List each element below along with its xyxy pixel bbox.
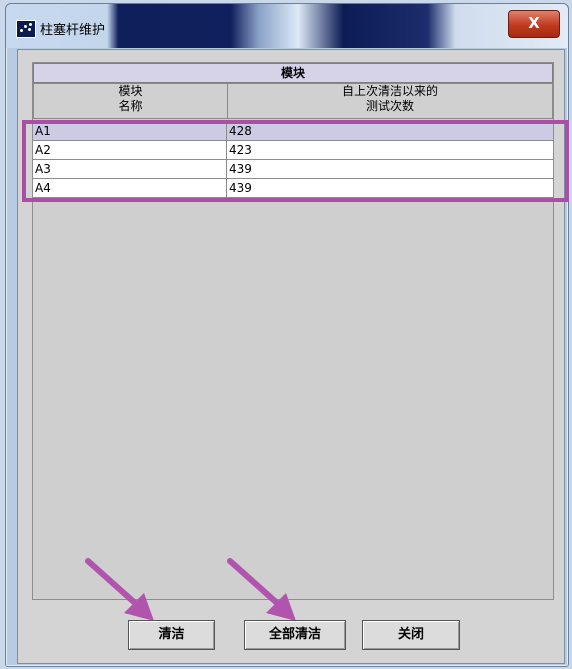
column-header-line: 模块 (118, 84, 143, 98)
column-header-line: 自上次清洁以来的 (341, 84, 438, 98)
title-bar[interactable]: 柱塞杆维护 X (6, 4, 568, 48)
module-name-cell: A1 (33, 122, 227, 140)
table-row[interactable]: A3 439 (33, 160, 553, 179)
close-window-button[interactable]: X (508, 10, 560, 38)
module-name-cell: A4 (33, 179, 227, 197)
test-count-cell: 439 (229, 181, 252, 195)
table-body: A1 428 A2 423 A3 439 A4 439 (33, 122, 553, 198)
column-header-line: 名称 (118, 99, 143, 113)
maintenance-window: 柱塞杆维护 X 模块 模块 名称 自上次清洁以来的 测试次数 A1 428 A2… (5, 3, 569, 667)
test-count-cell: 439 (229, 162, 252, 176)
column-header-line: 测试次数 (365, 99, 414, 113)
module-name-cell: A2 (33, 141, 227, 159)
clean-all-button[interactable]: 全部清洁 (244, 620, 346, 650)
module-name-cell: A3 (33, 160, 227, 178)
close-button[interactable]: 关闭 (362, 620, 460, 650)
column-header-test-count[interactable]: 自上次清洁以来的 测试次数 (227, 83, 553, 119)
clean-button[interactable]: 清洁 (128, 620, 215, 650)
window-title: 柱塞杆维护 (40, 23, 106, 38)
table-group-header: 模块 (33, 63, 553, 83)
table-row[interactable]: A2 423 (33, 141, 553, 160)
module-table: 模块 模块 名称 自上次清洁以来的 测试次数 A1 428 A2 423 A3 … (32, 62, 554, 600)
test-count-cell: 428 (229, 124, 252, 138)
test-count-cell: 423 (229, 143, 252, 157)
column-header-module-name[interactable]: 模块 名称 (33, 83, 228, 119)
table-row[interactable]: A1 428 (33, 122, 553, 141)
app-icon (16, 20, 36, 38)
table-row[interactable]: A4 439 (33, 179, 553, 198)
dialog-content: 模块 模块 名称 自上次清洁以来的 测试次数 A1 428 A2 423 A3 … (17, 49, 565, 664)
